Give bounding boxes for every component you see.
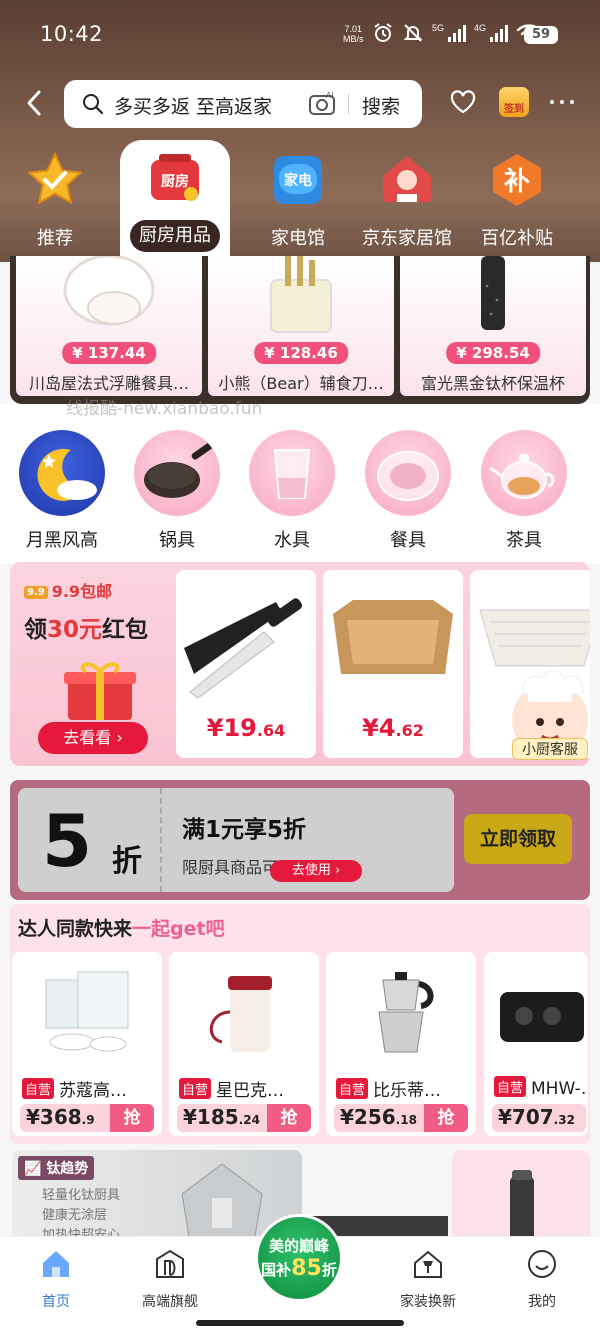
talent-product-card[interactable]: 自营 苏蔻高… ¥368.9 抢: [12, 952, 162, 1136]
price-tag: ¥185.24 抢: [177, 1104, 311, 1132]
deal-card[interactable]: ¥4.62: [323, 570, 463, 758]
alarm-icon: [374, 23, 392, 42]
price-tag: ¥256.18 抢: [334, 1104, 468, 1132]
checkin-icon[interactable]: 签到: [499, 87, 529, 117]
thermos-image: [481, 256, 505, 330]
tab-recommend[interactable]: 推荐: [0, 140, 110, 258]
promo-title: 领30元红包: [24, 617, 149, 643]
discount-coupon[interactable]: 5 折 满1元享5折 限厨具商品可用 去使用 ›: [18, 788, 454, 892]
plate-icon: [377, 451, 439, 501]
signal-5g-icon: [448, 24, 467, 42]
talent-product-card[interactable]: 自营 比乐蒂… ¥256.18 抢: [326, 952, 476, 1136]
star-check-icon: [27, 151, 83, 205]
svg-text:厨房: 厨房: [161, 173, 189, 190]
deal-card[interactable]: ¥19.64: [176, 570, 316, 758]
section-title: 达人同款快来一起get吧: [18, 918, 225, 940]
talent-product-card[interactable]: 自营 星巴克… ¥185.24 抢: [169, 952, 319, 1136]
knife-block-image: [270, 256, 332, 333]
use-coupon-button[interactable]: 去使用 ›: [270, 860, 362, 882]
network-speed: 7.01 MB/s: [343, 24, 364, 44]
search-input[interactable]: 多买多返 至高返家: [114, 92, 272, 119]
favorite-heart-icon[interactable]: [449, 88, 477, 116]
coupon-title: 满1元享5折: [182, 817, 307, 843]
top-navigation: 多买多返 至高返家 AI 搜索 签到: [0, 78, 600, 130]
svg-text:AI: AI: [326, 91, 334, 100]
tab-home-decor[interactable]: 京东家居馆: [352, 140, 462, 258]
pan-icon: [144, 441, 215, 498]
talent-picks-section: 达人同款快来一起get吧 自营 苏蔻高… ¥368.9 抢 自营 星巴克… ¥185.…: [10, 904, 590, 1144]
circle-category-teapot[interactable]: 茶具: [474, 430, 574, 552]
tool-case-image: [500, 992, 584, 1042]
free-shipping-badge: 9.9 9.9包邮: [24, 578, 112, 602]
teapot-icon: [489, 454, 555, 499]
circle-category-plate[interactable]: 餐具: [358, 430, 458, 552]
search-button[interactable]: 搜索: [362, 92, 400, 119]
midea-subsidy-button[interactable]: 美的巅峰 国补85折: [255, 1214, 343, 1302]
knife-icon: [184, 598, 303, 699]
glass-icon: [273, 449, 311, 499]
nav-home-renew[interactable]: 家装换新: [378, 1247, 478, 1311]
price-tag: ¥368.9 抢: [20, 1104, 154, 1132]
home-icon: [43, 1251, 69, 1277]
trend-tag: 📈 钛趋势: [18, 1156, 95, 1180]
flagship-icon: [156, 1249, 184, 1278]
paper-tray-icon: [333, 600, 453, 674]
tab-kitchen[interactable]: 厨房 厨房用品: [120, 140, 230, 258]
promo-section: 9.9 9.9包邮 领30元红包 去看看 › ¥19.64 ¥4.62: [10, 562, 590, 766]
moka-pot-image: [378, 972, 434, 1053]
product-card[interactable]: ¥ 137.44 川岛屋法式浮雕餐具…: [16, 256, 202, 396]
tumbler-image: [209, 976, 272, 1052]
nav-flagship[interactable]: 高端旗舰: [120, 1247, 220, 1311]
subsidy-icon: 补: [493, 154, 541, 206]
status-time: 10:42: [40, 22, 104, 46]
circle-category-moon[interactable]: 月黑风高: [12, 430, 112, 552]
nav-home[interactable]: 首页: [6, 1247, 106, 1311]
circle-category-pan[interactable]: 锅具: [127, 430, 227, 552]
red-packet-promo[interactable]: 9.9 9.9包邮 领30元红包 去看看 ›: [10, 562, 175, 766]
signal-4g-icon: [490, 24, 509, 42]
mute-icon: [403, 24, 423, 42]
grab-button[interactable]: 抢: [267, 1104, 311, 1132]
grab-button[interactable]: 抢: [424, 1104, 468, 1132]
search-bar[interactable]: 多买多返 至高返家 AI 搜索: [64, 80, 422, 128]
battery-indicator: 59: [524, 26, 558, 44]
talent-product-card[interactable]: 自营MHW-… ¥707.32: [484, 952, 588, 1136]
featured-products: ¥ 137.44 川岛屋法式浮雕餐具… ¥ 128.46 小熊（Bear）辅食刀…: [10, 256, 590, 404]
plate-set-image: [63, 256, 155, 326]
status-bar: 10:42 7.01 MB/s 5G 4G 59: [0, 0, 600, 72]
more-options-icon[interactable]: [550, 100, 574, 104]
nav-profile[interactable]: 我的: [492, 1247, 592, 1311]
coupon-banner: 5 折 满1元享5折 限厨具商品可用 去使用 › 立即领取: [10, 780, 590, 900]
grab-button[interactable]: 抢: [110, 1104, 154, 1132]
discount-value: 5: [42, 799, 93, 883]
bottle-product-card[interactable]: [452, 1150, 590, 1250]
home-indicator: [196, 1320, 404, 1326]
moon-icon: [37, 448, 97, 501]
thermos-bottle-image: [510, 1170, 534, 1250]
svg-text:补: 补: [504, 167, 530, 197]
tab-appliance[interactable]: 家电 家电馆: [243, 140, 353, 258]
chef-assistant-label[interactable]: 小厨客服: [512, 738, 588, 760]
tab-subsidy[interactable]: 补 百亿补贴: [462, 140, 572, 258]
claim-now-button[interactable]: 立即领取: [464, 814, 572, 864]
product-card[interactable]: ¥ 128.46 小熊（Bear）辅食刀…: [208, 256, 394, 396]
svg-text:家电: 家电: [284, 172, 312, 189]
tableware-set-image: [45, 971, 129, 1052]
price-tag: ¥707.32: [492, 1104, 586, 1132]
watermark: 线报酷-new.xianbao.fun: [66, 399, 263, 419]
back-icon[interactable]: [22, 88, 48, 118]
appliance-icon: 家电: [274, 156, 322, 204]
profile-icon: [528, 1250, 556, 1278]
home-decor-icon: [383, 156, 431, 202]
house-renew-icon: [414, 1250, 442, 1278]
gift-box-icon: [64, 662, 136, 720]
trend-chart-icon: 📈: [24, 1161, 42, 1177]
category-tabs: 推荐 厨房 厨房用品 家电 家电馆 京东家居馆 补 百亿补贴: [0, 140, 600, 258]
circle-category-glass[interactable]: 水具: [242, 430, 342, 552]
kitchen-icon: 厨房: [151, 154, 199, 201]
product-card[interactable]: ¥ 298.54 富光黑金钛杯保温杯: [400, 256, 586, 396]
ai-camera-icon[interactable]: AI: [308, 90, 338, 118]
go-see-button[interactable]: 去看看 ›: [38, 722, 148, 754]
search-icon: [83, 94, 104, 115]
